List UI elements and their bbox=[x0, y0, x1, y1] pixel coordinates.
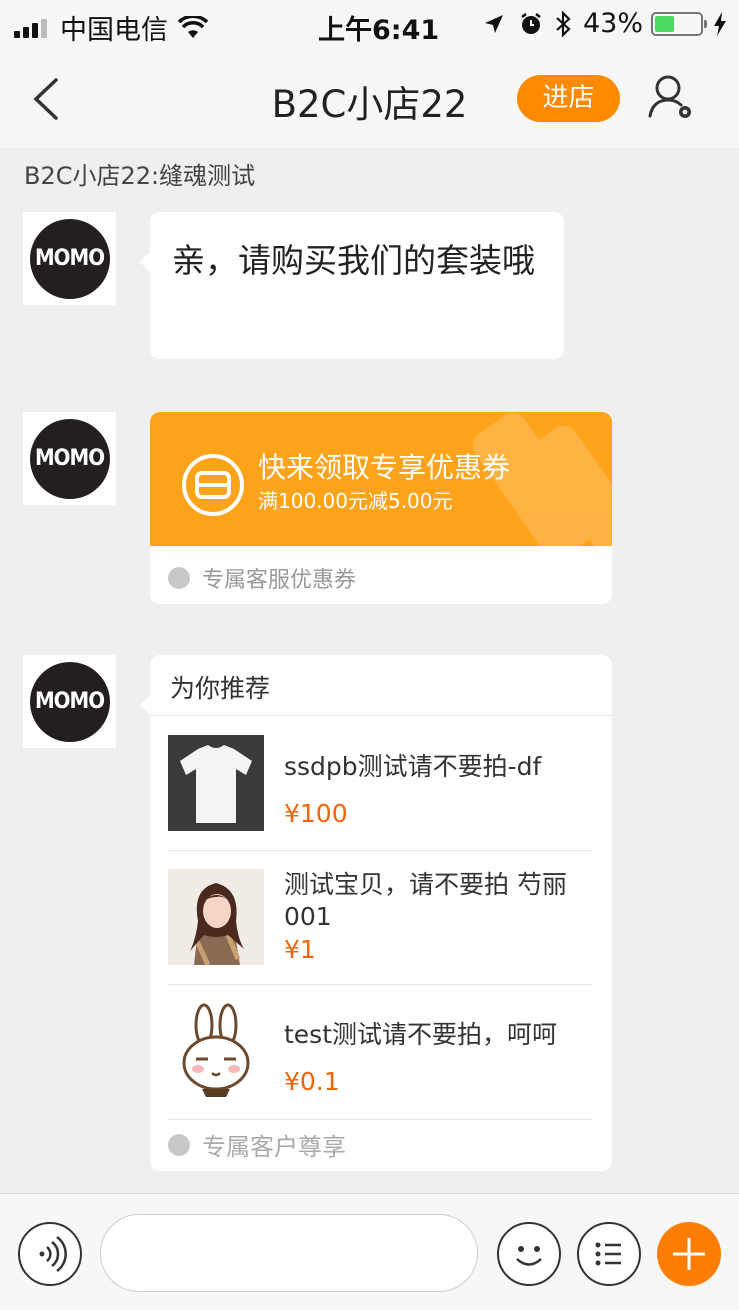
divider bbox=[168, 850, 592, 851]
chat-subtitle: B2C小店22:缝魂测试 bbox=[24, 162, 256, 190]
product-item[interactable]: test测试请不要拍，呵呵 ¥0.1 bbox=[168, 1003, 592, 1137]
avatar-logo: MOMO bbox=[29, 418, 110, 499]
product-price: ¥0.1 bbox=[284, 1067, 340, 1096]
battery-percent: 43% bbox=[582, 8, 643, 39]
coupon-card[interactable]: 快来领取专享优惠券 满100.00元减5.00元 专属客服优惠券 bbox=[150, 412, 612, 604]
emoji-button[interactable] bbox=[497, 1222, 561, 1286]
charging-icon bbox=[714, 11, 726, 36]
coupon-footer-label: 专属客服优惠券 bbox=[202, 568, 357, 593]
coupon-title: 快来领取专享优惠券 bbox=[258, 451, 511, 484]
menu-button[interactable] bbox=[577, 1222, 641, 1286]
product-thumbnail-tshirt bbox=[168, 735, 264, 831]
product-name: 测试宝贝，请不要拍 芍丽001 bbox=[284, 870, 567, 931]
coupon-description: 满100.00元减5.00元 bbox=[258, 489, 453, 513]
recommend-header: 为你推荐 bbox=[170, 674, 271, 703]
product-item[interactable]: ssdpb测试请不要拍-df ¥100 bbox=[168, 735, 592, 869]
avatar[interactable]: MOMO bbox=[23, 655, 116, 748]
coupon-footer: 专属客服优惠券 bbox=[168, 562, 356, 594]
signal-icon bbox=[14, 18, 50, 38]
carrier-label: 中国电信 bbox=[60, 15, 168, 46]
product-price: ¥100 bbox=[284, 799, 348, 828]
location-icon bbox=[484, 14, 503, 33]
list-small-icon bbox=[168, 1133, 190, 1156]
coupon-icon bbox=[182, 454, 244, 516]
message-input[interactable] bbox=[100, 1214, 478, 1292]
user-settings-icon[interactable] bbox=[648, 72, 696, 122]
avatar-logo: MOMO bbox=[29, 218, 110, 299]
enter-store-button[interactable]: 进店 bbox=[517, 75, 620, 122]
page-title: B2C小店22 bbox=[271, 83, 468, 126]
wifi-icon bbox=[178, 15, 208, 38]
divider bbox=[150, 715, 612, 716]
avatar[interactable]: MOMO bbox=[23, 212, 116, 305]
product-name: test测试请不要拍，呵呵 bbox=[284, 1020, 558, 1049]
divider bbox=[168, 984, 592, 985]
product-thumbnail-photo bbox=[168, 869, 264, 965]
product-name: ssdpb测试请不要拍-df bbox=[284, 752, 542, 781]
recommend-card: 为你推荐 ssdpb测试请不要拍-df ¥100 测试宝贝，请不要拍 芍丽001… bbox=[140, 655, 612, 1171]
product-price: ¥1 bbox=[284, 935, 316, 964]
recommend-footer: 专属客户尊享 bbox=[168, 1127, 346, 1162]
input-bar bbox=[0, 1193, 739, 1310]
coupon-banner[interactable]: 快来领取专享优惠券 满100.00元减5.00元 bbox=[150, 412, 612, 546]
emoji-icon bbox=[516, 1246, 542, 1266]
divider bbox=[168, 1119, 592, 1120]
recommend-footer-label: 专属客户尊享 bbox=[202, 1133, 346, 1161]
status-time: 上午6:41 bbox=[318, 15, 440, 46]
plus-button[interactable] bbox=[657, 1222, 721, 1286]
voice-button[interactable] bbox=[18, 1222, 82, 1286]
voice-icon bbox=[39, 1235, 67, 1273]
product-thumbnail-rabbit bbox=[168, 1003, 264, 1099]
status-bar: 中国电信 上午6:41 43% bbox=[0, 0, 739, 48]
avatar-logo: MOMO bbox=[29, 661, 110, 742]
battery-icon bbox=[651, 11, 707, 36]
bluetooth-icon bbox=[556, 10, 571, 37]
product-item[interactable]: 测试宝贝，请不要拍 芍丽001 ¥1 bbox=[168, 869, 592, 1003]
coupon-small-icon bbox=[168, 567, 190, 589]
avatar[interactable]: MOMO bbox=[23, 412, 116, 505]
menu-icon bbox=[595, 1242, 621, 1266]
plus-icon bbox=[673, 1238, 705, 1270]
alarm-icon bbox=[521, 12, 541, 34]
message-bubble[interactable]: 亲，请购买我们的套装哦 bbox=[140, 212, 564, 359]
nav-bar: B2C小店22 进店 bbox=[0, 48, 739, 148]
